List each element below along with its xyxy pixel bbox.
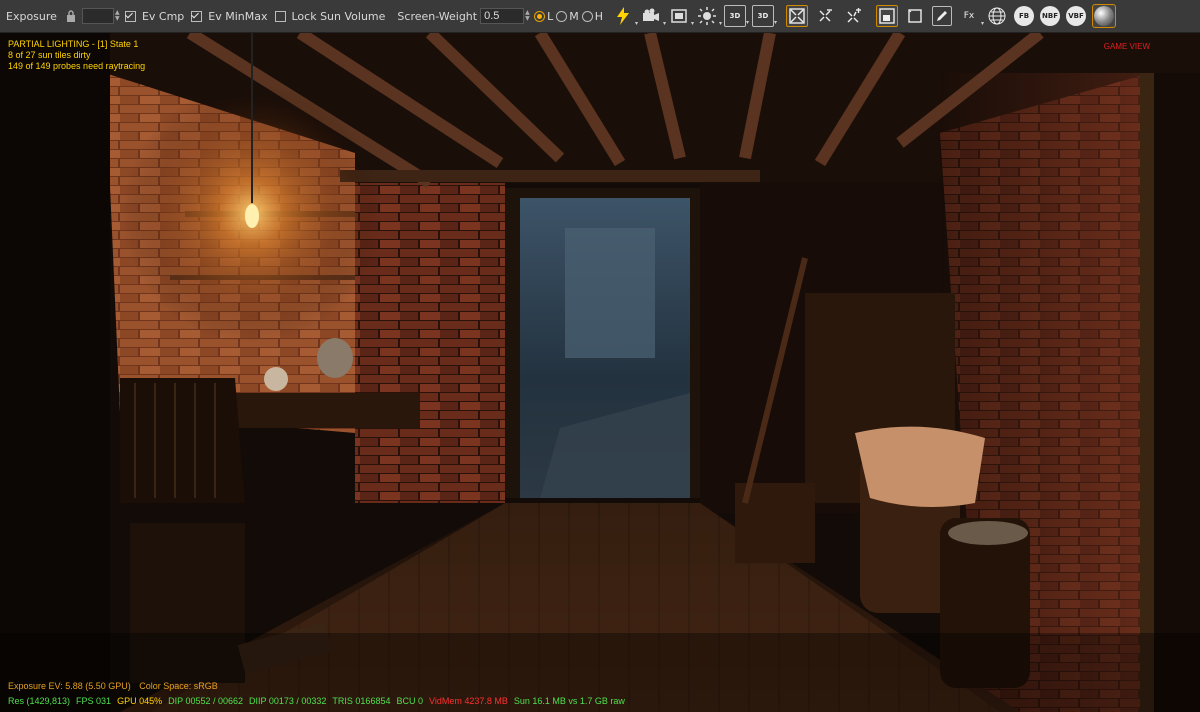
quality-high-label: H (594, 9, 604, 23)
lock-3d-tag: 3D (757, 12, 769, 20)
fx-label: Fx (963, 11, 975, 21)
exposure-readout: Exposure EV: 5.88 (5.50 GPU) Color Space… (8, 681, 218, 692)
ev-minmax-checkbox[interactable] (191, 10, 203, 22)
exposure-spinner[interactable]: ▲ ▼ (115, 10, 121, 22)
fb-label: FB (1018, 12, 1030, 20)
ev-cmp-label: Ev Cmp (141, 9, 185, 23)
box-3d-icon[interactable]: 3D ▾ (724, 5, 749, 27)
exposure-ev: Exposure EV: 5.88 (5.50 GPU) (8, 681, 131, 691)
render-3d-icon[interactable]: ▾ (668, 5, 694, 27)
edit-icon[interactable] (932, 6, 953, 26)
lighting-status: PARTIAL LIGHTING - [1] State 1 8 of 27 s… (8, 39, 145, 72)
lock-3d-icon[interactable]: 3D ▾ (752, 5, 777, 27)
game-view-label: GAME VIEW (1103, 42, 1150, 51)
nbf-label: NBF (1042, 12, 1058, 20)
sun-tiles-status: 8 of 27 sun tiles dirty (8, 50, 91, 60)
quality-low-label: L (547, 9, 554, 23)
quality-medium-radio[interactable] (556, 10, 568, 22)
stat-fps: FPS 031 (76, 696, 112, 706)
lock-icon[interactable] (64, 5, 78, 27)
shrink-3d-icon[interactable] (786, 5, 809, 27)
screen-weight-input[interactable] (480, 8, 525, 24)
box-3d-tag: 3D (729, 12, 741, 20)
nbf-icon[interactable]: NBF (1040, 6, 1061, 26)
scene-render (0, 33, 1200, 712)
lighting-title: PARTIAL LIGHTING - [1] State 1 (8, 39, 139, 49)
stats-bar: Res (1429,813) FPS 031 GPU 045% DIP 0055… (8, 696, 631, 707)
sun-settings-icon[interactable]: ▾ (696, 5, 722, 27)
shrink-minus-icon[interactable] (814, 5, 836, 27)
lock-sun-volume-checkbox[interactable] (274, 10, 286, 22)
ev-minmax-label: Ev MinMax (208, 9, 268, 23)
quality-medium-label: M (569, 9, 579, 23)
quality-high-radio[interactable] (581, 10, 593, 22)
stat-gpu: GPU 045% (117, 696, 163, 706)
stat-diip: DIIP 00173 / 00332 (249, 696, 327, 706)
exposure-label: Exposure (6, 9, 57, 23)
screen-weight-spinner[interactable]: ▲ ▼ (525, 10, 531, 22)
lightning-icon[interactable]: ▾ (612, 5, 638, 27)
frame-icon[interactable] (904, 5, 926, 27)
lock-sun-volume-label: Lock Sun Volume (291, 9, 386, 23)
ev-cmp-checkbox[interactable] (124, 10, 136, 22)
fx-icon[interactable]: Fx ▾ (958, 5, 984, 27)
stat-vidmem: VidMem 4237.8 MB (428, 696, 508, 706)
fb-icon[interactable]: FB (1014, 6, 1035, 26)
stat-dip: DIP 00552 / 00662 (168, 696, 244, 706)
stat-sun: Sun 16.1 MB vs 1.7 GB raw (513, 696, 625, 706)
screen-weight-label: Screen-Weight (397, 9, 478, 23)
vbf-icon[interactable]: VBF (1066, 6, 1087, 26)
wireframe-sphere-icon[interactable] (986, 5, 1008, 27)
game-viewport[interactable]: PARTIAL LIGHTING - [1] State 1 8 of 27 s… (0, 33, 1200, 712)
stat-res: Res (1429,813) (8, 696, 71, 706)
material-sphere (1094, 6, 1115, 26)
probes-status: 149 of 149 probes need raytracing (8, 61, 146, 71)
stat-tris: TRIS 0166854 (332, 696, 391, 706)
quality-low-radio[interactable] (534, 10, 546, 22)
stat-bcu: BCU 0 (396, 696, 423, 706)
color-space: Color Space: sRGB (139, 681, 218, 691)
toolbar: Exposure ▲ ▼ Ev Cmp Ev MinMax Lock Sun Vo… (0, 0, 1200, 33)
shrink-plus-icon[interactable] (842, 5, 864, 27)
material-ball-icon[interactable] (1092, 4, 1117, 28)
camera-3d-icon[interactable]: ▾ (640, 5, 666, 27)
vbf-label: VBF (1068, 12, 1084, 20)
frame-3d-icon[interactable] (876, 5, 899, 27)
editor-window: Exposure ▲ ▼ Ev Cmp Ev MinMax Lock Sun Vo… (0, 0, 1200, 712)
exposure-input[interactable] (81, 8, 114, 24)
